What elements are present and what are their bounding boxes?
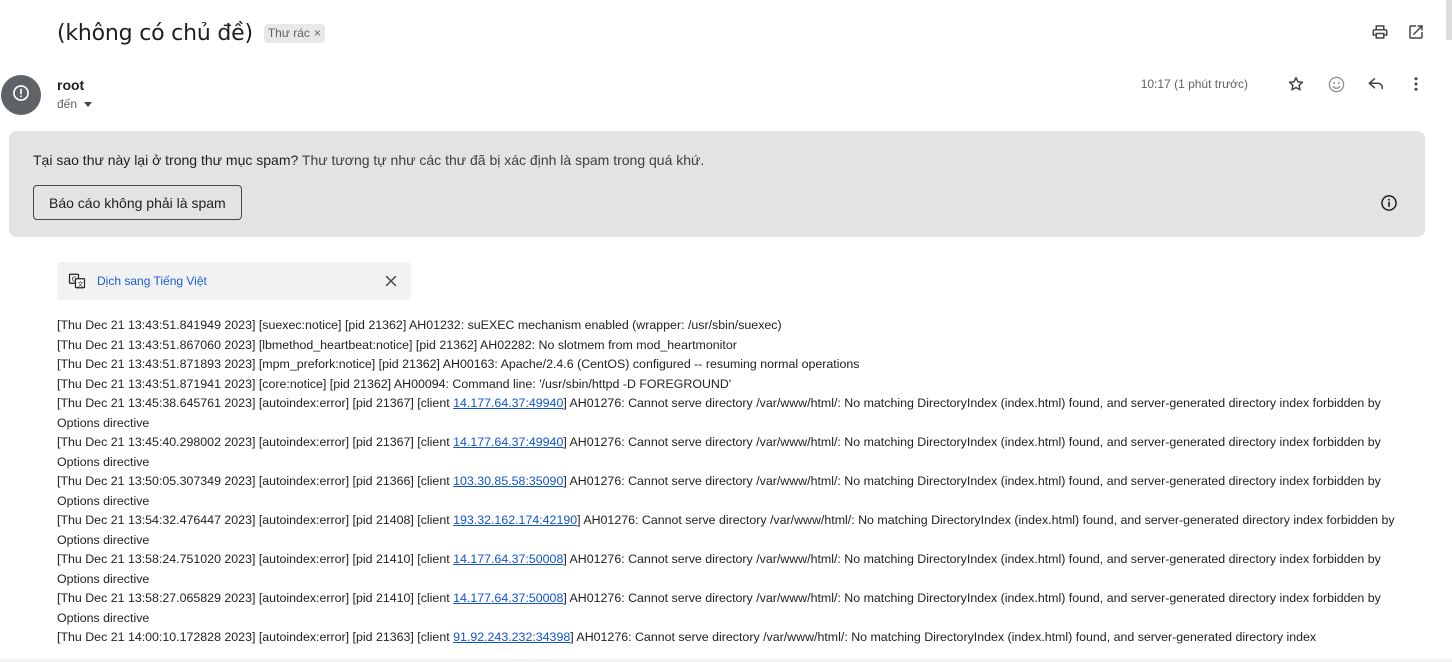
spam-explanation: Tại sao thư này lại ở trong thư mục spam… <box>33 152 704 168</box>
subject-row: (không có chủ đề) Thư rác × <box>57 18 325 48</box>
log-line: [Thu Dec 21 13:45:40.298002 2023] [autoi… <box>57 433 1397 472</box>
subject-actions <box>1370 22 1426 42</box>
email-subject: (không có chủ đề) <box>57 20 253 46</box>
translate-icon: G文 <box>68 272 86 290</box>
log-text: [Thu Dec 21 13:50:05.307349 2023] [autoi… <box>57 474 454 488</box>
reply-icon[interactable] <box>1366 74 1386 94</box>
spam-reason: Thư tương tự như các thư đã bị xác định … <box>298 152 705 168</box>
client-ip-link[interactable]: 14.177.64.37:50008 <box>453 552 563 566</box>
log-text: [Thu Dec 21 13:43:51.871893 2023] [mpm_p… <box>57 357 860 371</box>
log-line: [Thu Dec 21 13:43:51.867060 2023] [lbmet… <box>57 336 1397 356</box>
remove-label-button[interactable]: × <box>314 26 321 40</box>
label-chip-text: Thư rác <box>267 26 310 40</box>
star-icon[interactable] <box>1286 74 1306 94</box>
spam-warning-banner: Tại sao thư này lại ở trong thư mục spam… <box>9 131 1425 237</box>
client-ip-link[interactable]: 103.30.85.58:35090 <box>453 474 563 488</box>
log-line: [Thu Dec 21 13:45:38.645761 2023] [autoi… <box>57 394 1397 433</box>
log-text: [Thu Dec 21 13:43:51.871941 2023] [core:… <box>57 376 732 391</box>
chevron-down-icon <box>84 101 93 107</box>
log-text: [Thu Dec 21 13:58:27.065829 2023] [autoi… <box>57 591 454 605</box>
log-line: [Thu Dec 21 13:43:51.871893 2023] [mpm_p… <box>57 355 1397 375</box>
translate-link[interactable]: Dịch sang Tiếng Việt <box>97 274 207 288</box>
email-body: [Thu Dec 21 13:43:51.841949 2023] [suexe… <box>57 316 1397 648</box>
log-line: [Thu Dec 21 13:54:32.476447 2023] [autoi… <box>57 511 1397 550</box>
log-text: [Thu Dec 21 14:00:10.172828 2023] [autoi… <box>57 630 454 644</box>
close-icon[interactable] <box>382 272 400 295</box>
log-line: [Thu Dec 21 13:43:51.841949 2023] [suexe… <box>57 316 1397 336</box>
log-text: [Thu Dec 21 13:43:51.841949 2023] [suexe… <box>57 318 782 332</box>
sender-name[interactable]: root <box>57 77 84 93</box>
recipient-details-toggle[interactable]: đến <box>57 97 93 111</box>
exclamation-circle-icon <box>11 83 31 108</box>
log-line: [Thu Dec 21 13:58:24.751020 2023] [autoi… <box>57 550 1397 589</box>
more-vert-icon[interactable] <box>1406 74 1426 94</box>
log-text: [Thu Dec 21 13:45:40.298002 2023] [autoi… <box>57 435 454 449</box>
timestamp: 10:17 (1 phút trước) <box>1140 77 1248 91</box>
log-line: [Thu Dec 21 14:00:10.172828 2023] [autoi… <box>57 628 1397 648</box>
to-label: đến <box>57 97 78 111</box>
report-not-spam-button[interactable]: Báo cáo không phải là spam <box>33 185 242 220</box>
translate-bar: G文 Dịch sang Tiếng Việt <box>57 262 411 300</box>
log-text: [Thu Dec 21 13:45:38.645761 2023] [autoi… <box>57 396 454 410</box>
log-text: ] AH01276: Cannot serve directory /var/w… <box>570 630 1317 644</box>
scrollbar-thumb[interactable] <box>1446 0 1452 40</box>
printer-icon[interactable] <box>1370 22 1390 42</box>
log-text: [Thu Dec 21 13:54:32.476447 2023] [autoi… <box>57 513 454 527</box>
emoji-icon[interactable] <box>1326 74 1346 94</box>
client-ip-link[interactable]: 193.32.162.174:42190 <box>453 513 577 527</box>
client-ip-link[interactable]: 14.177.64.37:49940 <box>453 396 563 410</box>
message-actions: 10:17 (1 phút trước) <box>1141 74 1426 94</box>
info-icon[interactable] <box>1379 193 1399 218</box>
log-line: [Thu Dec 21 13:43:51.871941 2023] [core:… <box>57 375 1397 395</box>
client-ip-link[interactable]: 91.92.243.232:34398 <box>453 630 570 644</box>
log-line: [Thu Dec 21 13:50:05.307349 2023] [autoi… <box>57 472 1397 511</box>
client-ip-link[interactable]: 14.177.64.37:50008 <box>453 591 563 605</box>
svg-text:文: 文 <box>77 280 83 288</box>
log-text: [Thu Dec 21 13:58:24.751020 2023] [autoi… <box>57 552 454 566</box>
spam-question: Tại sao thư này lại ở trong thư mục spam… <box>33 152 299 168</box>
open-in-new-icon[interactable] <box>1406 22 1426 42</box>
client-ip-link[interactable]: 14.177.64.37:49940 <box>453 435 563 449</box>
spam-label-chip: Thư rác × <box>263 23 325 43</box>
log-line: [Thu Dec 21 13:58:27.065829 2023] [autoi… <box>57 589 1397 628</box>
log-text: [Thu Dec 21 13:43:51.867060 2023] [lbmet… <box>57 337 737 352</box>
avatar[interactable] <box>1 75 41 115</box>
